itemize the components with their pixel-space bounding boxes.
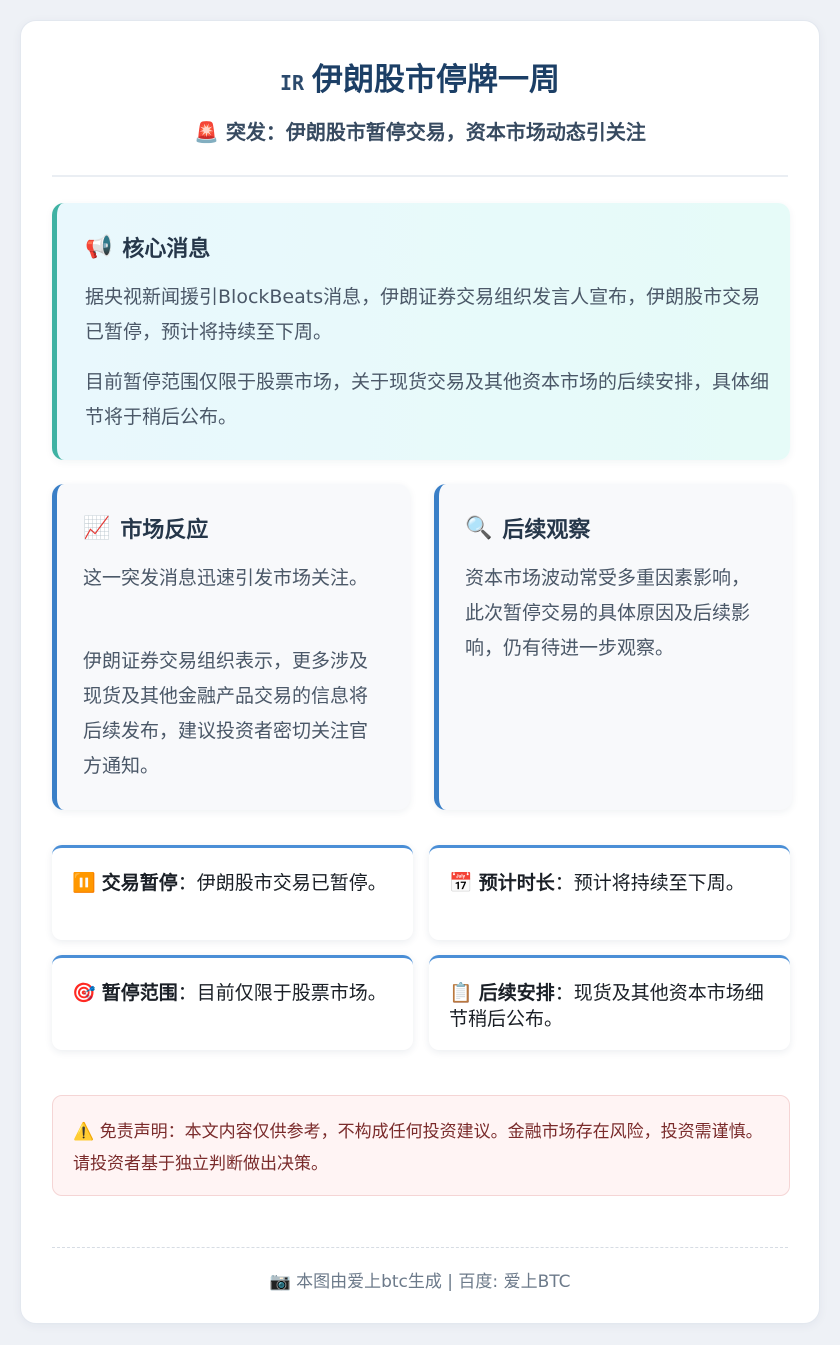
info-tile-follow-up: 📋 后续安排：现货及其他资本市场细节稍后公布。	[429, 955, 790, 1050]
page-subtitle-text: 突发：伊朗股市暂停交易，资本市场动态引关注	[225, 120, 646, 144]
market-reaction-paragraph-2: 伊朗证券交易组织表示，更多涉及现货及其他金融产品交易的信息将后续发布，建议投资者…	[83, 650, 369, 777]
market-reaction-section: 📈 市场反应 这一突发消息迅速引发市场关注。 伊朗证券交易组织表示，更多涉及现货…	[52, 484, 410, 810]
follow-up-title: 🔍 后续观察	[465, 512, 590, 544]
follow-up-paragraph: 资本市场波动常受多重因素影响，此次暂停交易的具体原因及后续影响，仍有待进一步观察…	[465, 567, 751, 659]
info-tile-text: ：伊朗股市交易已暂停。	[177, 872, 387, 894]
header-divider	[52, 175, 788, 177]
info-tile-duration: 📅 预计时长：预计将持续至下周。	[429, 845, 790, 940]
pause-icon: ⏸️	[72, 872, 96, 894]
info-tile-scope: 🎯 暂停范围：目前仅限于股票市场。	[52, 955, 413, 1050]
camera-icon: 📷	[269, 1272, 291, 1292]
info-tile-label: 预计时长	[478, 872, 555, 894]
market-reaction-title: 📈 市场反应	[83, 512, 208, 544]
info-tile-label: 交易暂停	[101, 872, 178, 894]
page-title: IR 伊朗股市停牌一周	[21, 57, 819, 103]
flag-icon: IR	[279, 71, 305, 95]
core-news-paragraph-2: 目前暂停范围仅限于股票市场，关于现货交易及其他资本市场的后续安排，具体细节将于稍…	[85, 371, 770, 428]
footer-divider	[52, 1247, 788, 1248]
page-subtitle: 🚨 突发：伊朗股市暂停交易，资本市场动态引关注	[21, 117, 819, 147]
info-tile-label: 后续安排	[478, 982, 555, 1004]
megaphone-icon: 📢	[85, 234, 113, 260]
chart-up-icon: 📈	[83, 515, 111, 541]
info-tile-trading-halt: ⏸️ 交易暂停：伊朗股市交易已暂停。	[52, 845, 413, 940]
siren-icon: 🚨	[194, 120, 219, 144]
market-reaction-paragraph-1: 这一突发消息迅速引发市场关注。	[83, 567, 369, 589]
footer-text: 本图由爱上btc生成 | 百度: 爱上BTC	[296, 1272, 571, 1292]
core-news-paragraph-1: 据央视新闻援引BlockBeats消息，伊朗证券交易组织发言人宣布，伊朗股市交易…	[85, 286, 761, 343]
warning-icon: ⚠️	[73, 1122, 95, 1142]
calendar-icon: 📅	[449, 872, 473, 894]
market-reaction-title-text: 市场反应	[120, 518, 209, 543]
core-news-title: 📢 核心消息	[85, 231, 210, 263]
footer: 📷 本图由爱上btc生成 | 百度: 爱上BTC	[21, 1269, 819, 1295]
article-card: IR 伊朗股市停牌一周 🚨 突发：伊朗股市暂停交易，资本市场动态引关注 📢 核心消…	[20, 20, 820, 1324]
info-tile-label: 暂停范围	[101, 982, 178, 1004]
core-news-section: 📢 核心消息 据央视新闻援引BlockBeats消息，伊朗证券交易组织发言人宣布…	[52, 203, 790, 460]
magnifier-icon: 🔍	[465, 515, 493, 541]
follow-up-section: 🔍 后续观察 资本市场波动常受多重因素影响，此次暂停交易的具体原因及后续影响，仍…	[434, 484, 792, 810]
disclaimer-box: ⚠️ 免责声明：本文内容仅供参考，不构成任何投资建议。金融市场存在风险，投资需谨…	[52, 1095, 790, 1196]
disclaimer-text: 免责声明：本文内容仅供参考，不构成任何投资建议。金融市场存在风险，投资需谨慎。请…	[73, 1122, 763, 1174]
page-title-text: 伊朗股市停牌一周	[312, 62, 561, 98]
clipboard-icon: 📋	[449, 982, 473, 1004]
core-news-title-text: 核心消息	[122, 237, 211, 262]
target-icon: 🎯	[72, 982, 96, 1004]
follow-up-title-text: 后续观察	[502, 518, 591, 543]
info-tile-text: ：目前仅限于股票市场。	[177, 982, 387, 1004]
info-tile-text: ：预计将持续至下周。	[554, 872, 745, 894]
